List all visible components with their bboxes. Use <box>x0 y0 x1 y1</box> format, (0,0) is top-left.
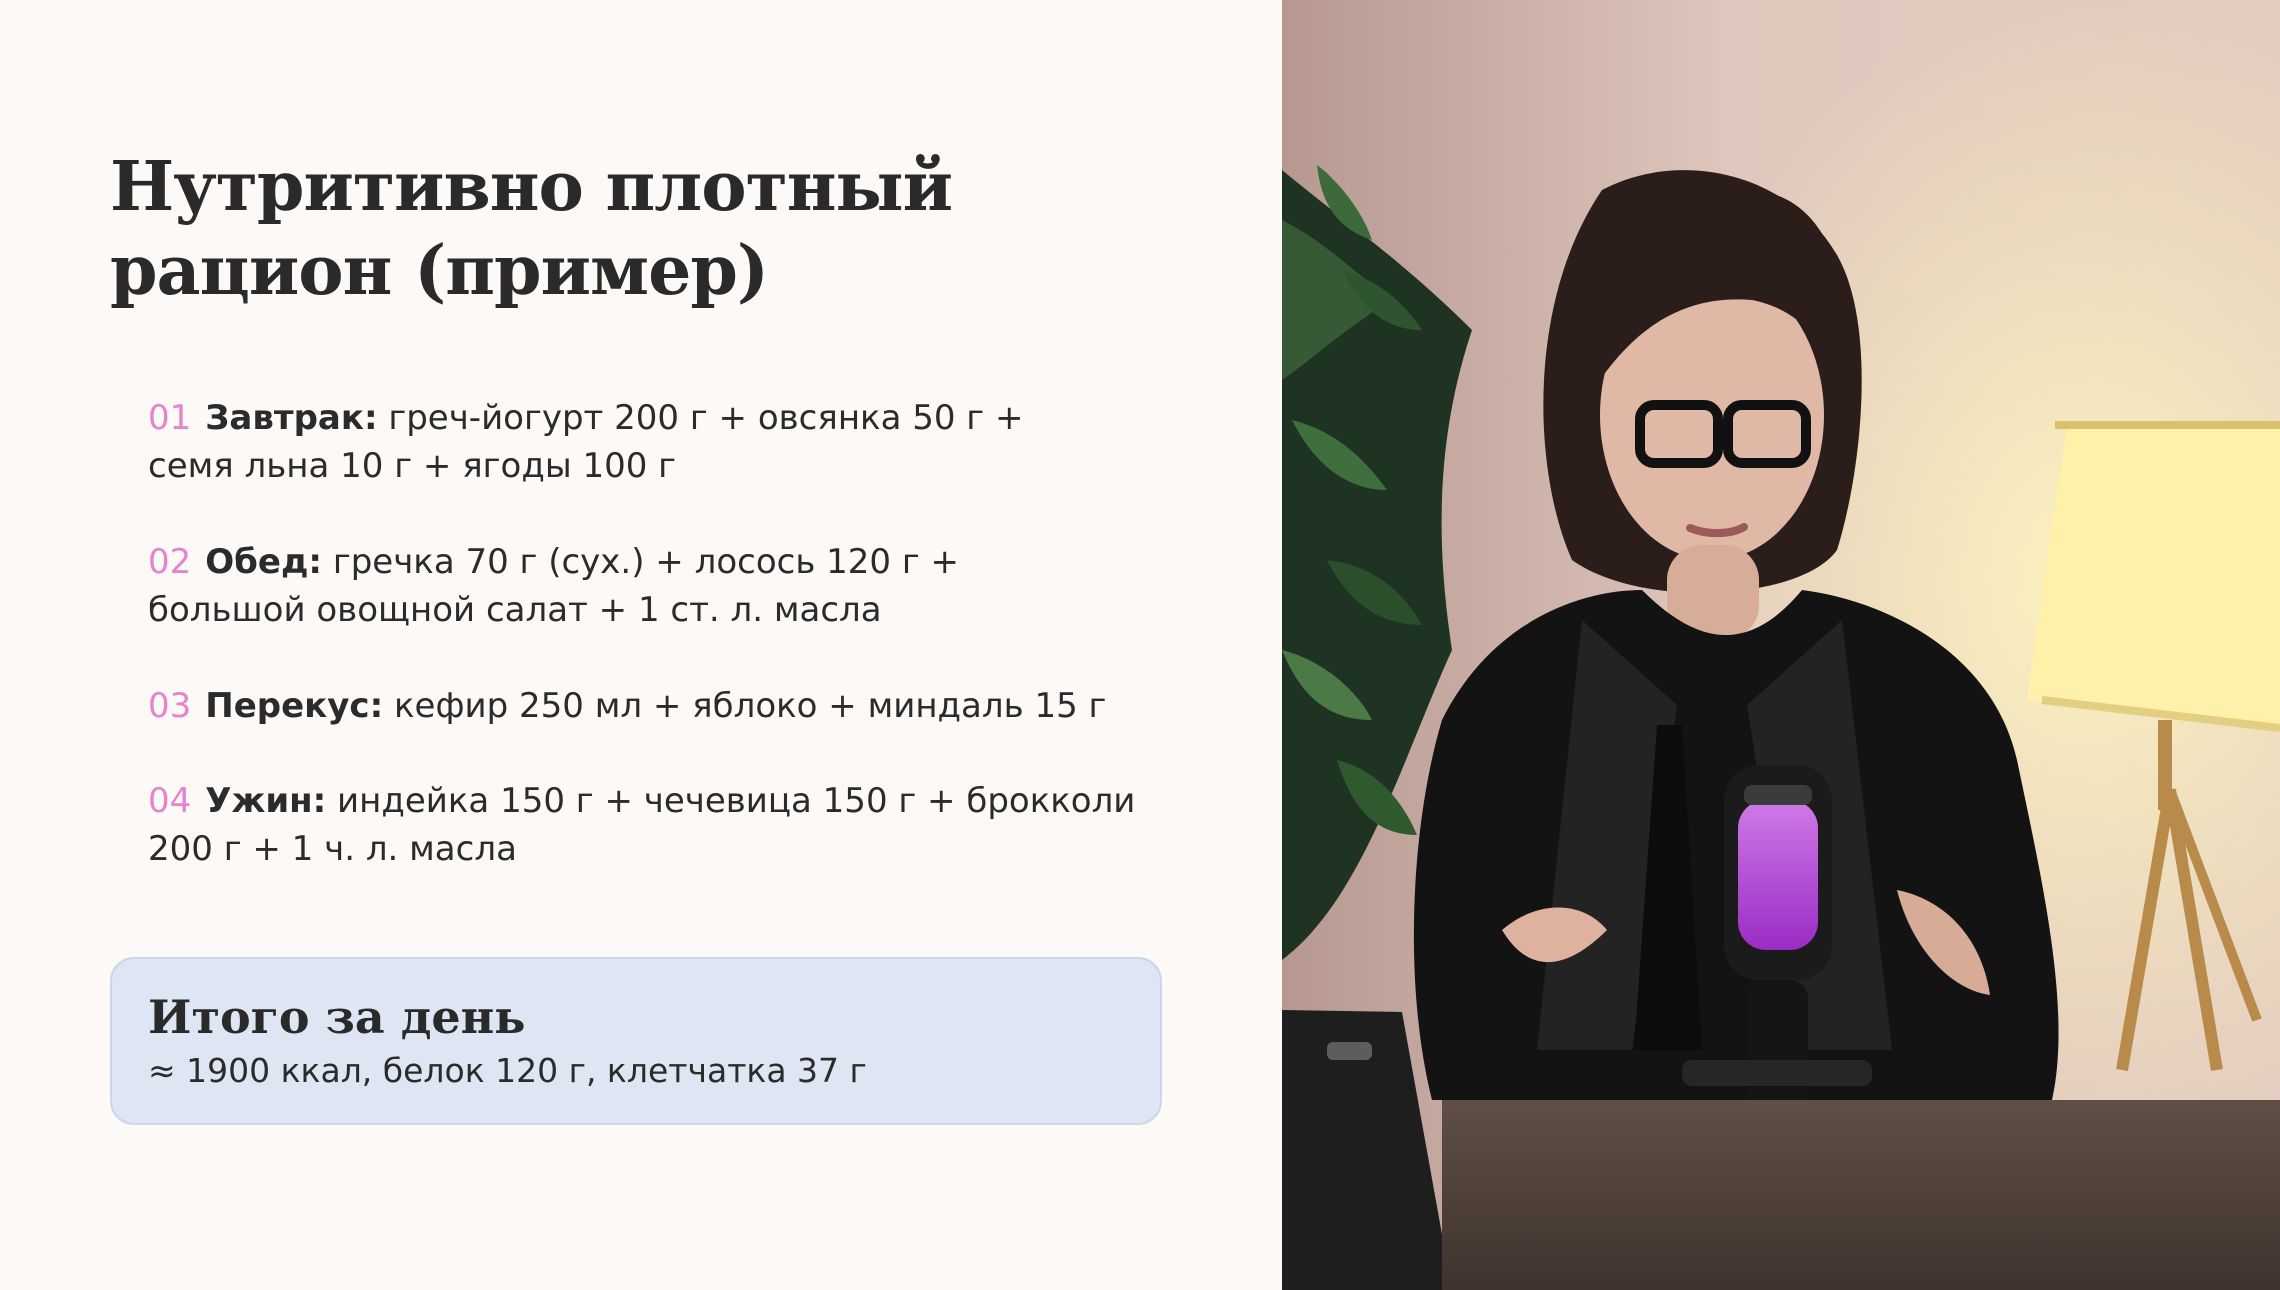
meal-item-dinner: 04 Ужин: индейка 150 г + чечевица 150 г +… <box>148 777 1148 873</box>
presenter-video-frame <box>1282 0 2280 1290</box>
desk <box>1442 1100 2280 1290</box>
meal-description: кефир 250 мл + яблоко + миндаль 15 г <box>393 686 1107 726</box>
daily-summary-box: Итого за день ≈ 1900 ккал, белок 120 г, … <box>110 957 1162 1125</box>
slide-title-line-2: рацион (пример) <box>110 231 769 311</box>
meal-description-continued: семя льна 10 г + ягоды 100 г <box>148 446 677 486</box>
summary-text: ≈ 1900 ккал, белок 120 г, клетчатка 37 г <box>148 1051 867 1090</box>
meal-label: Ужин: <box>205 781 327 821</box>
meal-number: 01 <box>148 398 192 438</box>
meal-label: Обед: <box>205 542 323 582</box>
slide-panel: Нутритивно плотный рацион (пример) 01 Зав… <box>0 0 1282 1290</box>
meal-item-breakfast: 01 Завтрак: греч-йогурт 200 г + овсянка 5… <box>148 394 1148 490</box>
meal-description: индейка 150 г + чечевица 150 г + броккол… <box>337 781 1136 821</box>
meal-description: гречка 70 г (сух.) + лосось 120 г + <box>332 542 960 582</box>
meal-description-continued: большой овощной салат + 1 ст. л. масла <box>148 590 882 630</box>
summary-title: Итого за день <box>148 990 526 1044</box>
meal-number: 03 <box>148 686 192 726</box>
meal-description-continued: 200 г + 1 ч. л. масла <box>148 829 517 869</box>
meal-number: 04 <box>148 781 192 821</box>
meal-label: Завтрак: <box>205 398 378 438</box>
meal-item-snack: 03 Перекус: кефир 250 мл + яблоко + минда… <box>148 682 1148 730</box>
meal-item-lunch: 02 Обед: гречка 70 г (сух.) + лосось 120 … <box>148 538 1148 634</box>
meal-list: 01 Завтрак: греч-йогурт 200 г + овсянка 5… <box>148 394 1148 921</box>
slide-title: Нутритивно плотный рацион (пример) <box>110 145 1190 313</box>
meal-number: 02 <box>148 542 192 582</box>
slide-title-line-1: Нутритивно плотный <box>110 147 953 227</box>
meal-description: греч-йогурт 200 г + овсянка 50 г + <box>388 398 1024 438</box>
presenter-video <box>1282 0 2280 1290</box>
meal-label: Перекус: <box>205 686 384 726</box>
